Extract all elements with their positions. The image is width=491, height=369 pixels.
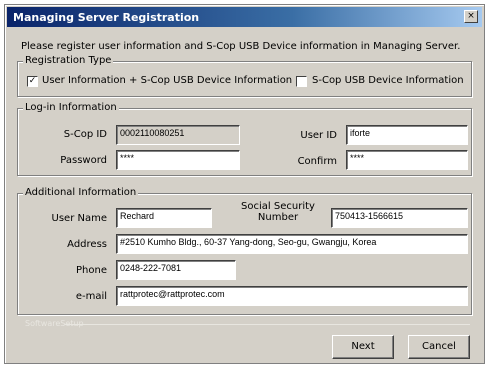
title-bar[interactable]: Managing Server Registration × — [7, 7, 482, 27]
confirm-field[interactable]: **** — [346, 150, 468, 170]
ssn-field[interactable]: 750413-1566615 — [331, 208, 468, 228]
user-name-field[interactable]: Rechard — [116, 208, 212, 228]
email-label: e-mail — [75, 291, 107, 302]
footer-divider — [65, 324, 470, 325]
email-field[interactable]: rattprotec@rattprotec.com — [116, 286, 468, 306]
user-name-label: User Name — [51, 213, 107, 224]
close-icon: × — [467, 11, 475, 21]
option-user-and-device-checkbox[interactable]: ✓ — [27, 76, 38, 87]
intro-text: Please register user information and S-C… — [21, 41, 461, 52]
registration-type-legend: Registration Type — [23, 55, 114, 66]
scop-id-field: 0002110080251 — [116, 125, 240, 145]
confirm-label: Confirm — [297, 156, 337, 167]
option-user-and-device-label[interactable]: User Information + S-Cop USB Device Info… — [42, 75, 292, 86]
address-field[interactable]: #2510 Kumho Bldg., 60-37 Yang-dong, Seo-… — [116, 234, 468, 254]
next-button[interactable]: Next — [332, 335, 394, 359]
user-id-label: User ID — [300, 130, 337, 141]
login-info-legend: Log-in Information — [23, 102, 119, 113]
close-button[interactable]: × — [464, 10, 478, 23]
additional-info-legend: Additional Information — [23, 187, 139, 198]
option-device-only-label[interactable]: S-Cop USB Device Information — [312, 75, 464, 86]
address-label: Address — [67, 239, 107, 250]
option-device-only-checkbox[interactable] — [296, 76, 307, 87]
ssn-label: Social Security Number — [233, 201, 323, 223]
password-label: Password — [60, 155, 107, 166]
window-title: Managing Server Registration — [13, 10, 200, 24]
check-icon: ✓ — [28, 76, 37, 86]
phone-field[interactable]: 0248-222-7081 — [116, 260, 236, 280]
cancel-button[interactable]: Cancel — [408, 335, 470, 359]
registration-dialog: Managing Server Registration × Please re… — [4, 4, 485, 364]
phone-label: Phone — [76, 265, 107, 276]
password-field[interactable]: **** — [116, 150, 240, 170]
scop-id-label: S-Cop ID — [63, 129, 107, 140]
user-id-field[interactable]: iforte — [346, 125, 468, 145]
ssn-label-line2: Number — [257, 212, 299, 223]
ssn-label-line1: Social Security — [241, 201, 315, 212]
